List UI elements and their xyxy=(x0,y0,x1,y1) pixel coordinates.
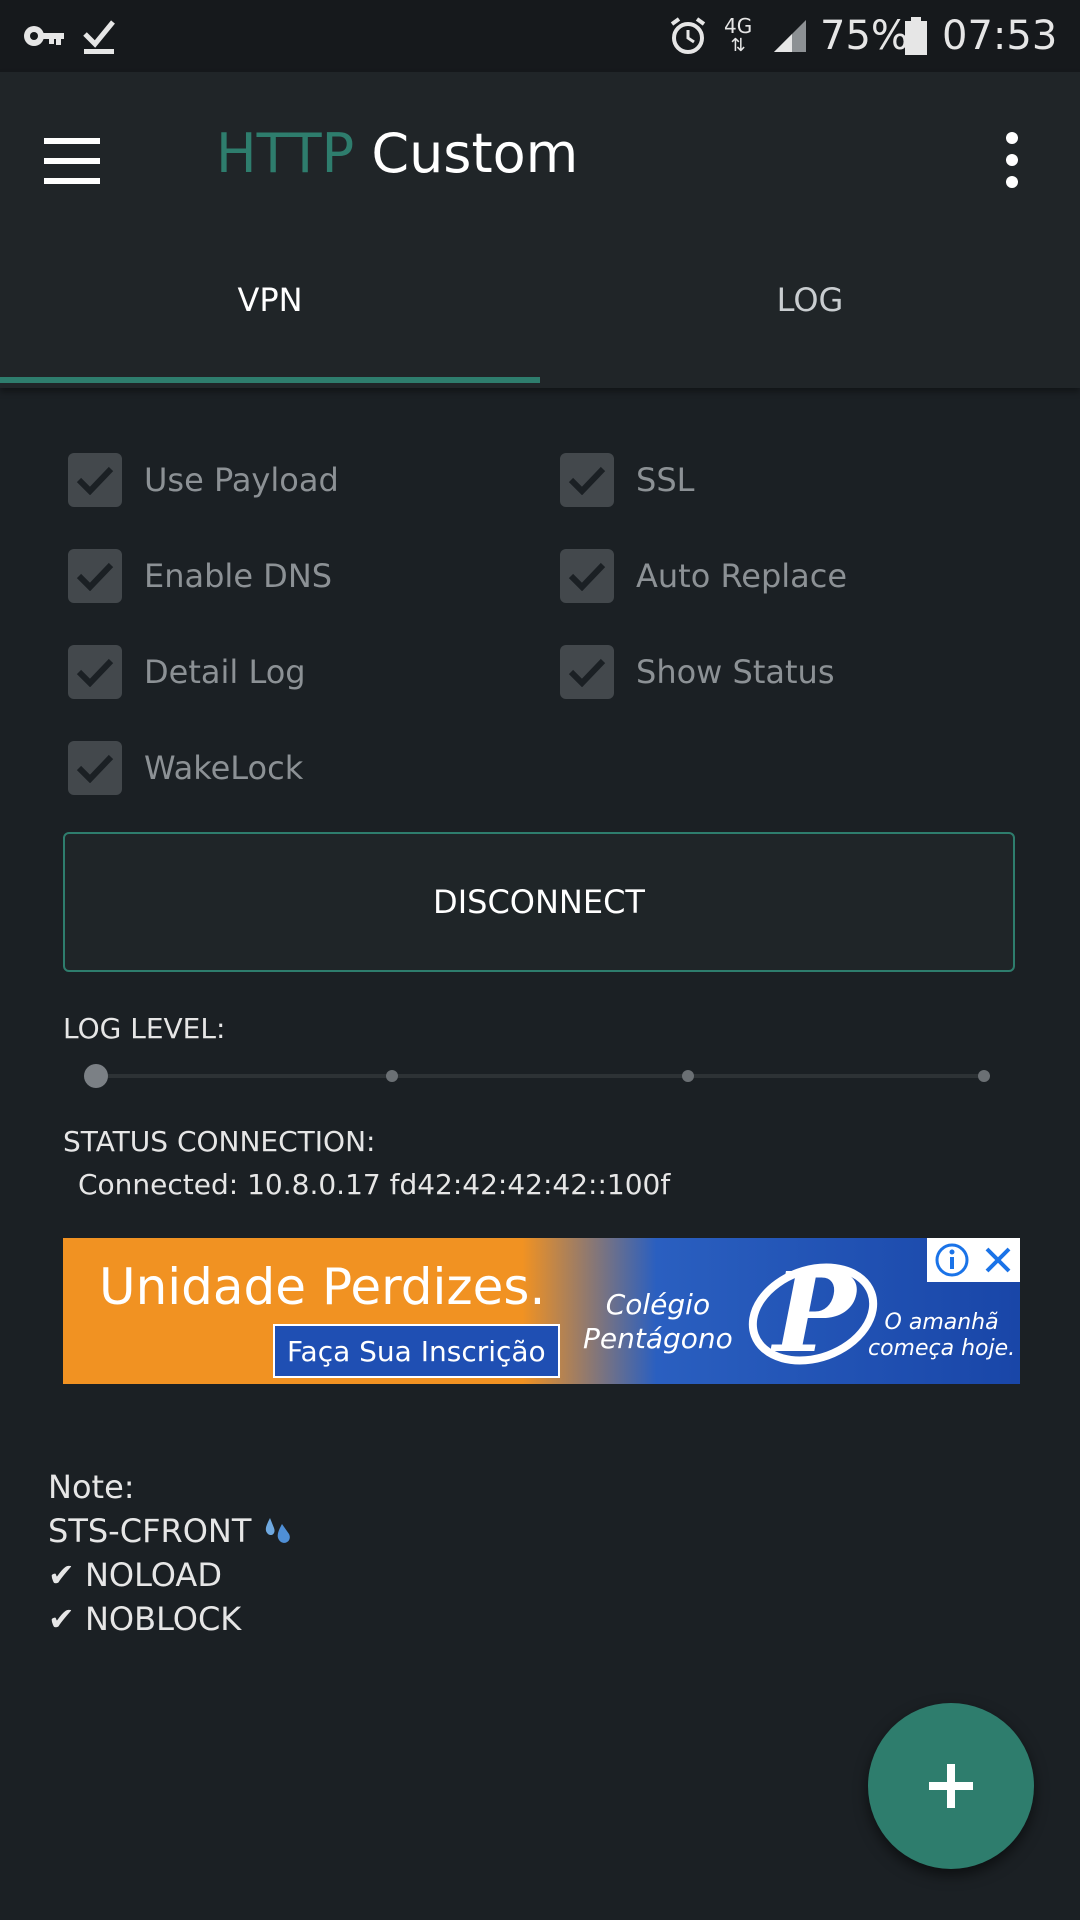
note-line: ✔ NOBLOCK xyxy=(48,1600,241,1638)
ad-banner[interactable]: Unidade Perdizes. Faça Sua Inscrição Col… xyxy=(63,1238,1020,1384)
tab-log[interactable]: LOG xyxy=(540,240,1080,360)
download-done-icon xyxy=(82,0,116,72)
clock: 07:53 xyxy=(942,13,1058,59)
key-icon xyxy=(22,0,66,72)
note-heading: Note: xyxy=(48,1468,135,1506)
alarm-icon xyxy=(668,0,708,72)
slider-step-dot xyxy=(386,1070,398,1082)
add-button[interactable] xyxy=(868,1703,1034,1869)
wakelock-checkbox[interactable]: WakeLock xyxy=(68,738,303,798)
log-level-label: LOG LEVEL: xyxy=(63,1012,226,1045)
network-type-indicator: 4G ⇅ xyxy=(724,0,752,72)
network-type-label: 4G xyxy=(724,14,753,38)
app-title-main: Custom xyxy=(371,122,579,185)
plus-icon xyxy=(929,1764,973,1808)
detail-log-checkbox[interactable]: Detail Log xyxy=(68,642,306,702)
water-drop-icon xyxy=(265,1518,290,1543)
ad-tagline-line1: O amanhã xyxy=(884,1310,999,1335)
battery-icon xyxy=(904,0,928,72)
ad-controls xyxy=(927,1238,1020,1282)
ad-tagline: O amanhã começa hoje. xyxy=(868,1310,1015,1362)
note-line: ✔ NOLOAD xyxy=(48,1556,222,1594)
checkbox-checked-icon xyxy=(560,645,614,699)
battery-percent: 75% xyxy=(820,13,909,59)
use-payload-label: Use Payload xyxy=(144,461,339,499)
ad-tagline-line2: começa hoje. xyxy=(868,1336,1016,1361)
ad-brand-name: Colégio Pentágono xyxy=(583,1288,733,1356)
signal-icon xyxy=(772,0,808,72)
slider-step-dot xyxy=(682,1070,694,1082)
show-status-checkbox[interactable]: Show Status xyxy=(560,642,834,702)
checkbox-checked-icon xyxy=(560,453,614,507)
ad-cta-button[interactable]: Faça Sua Inscrição xyxy=(273,1324,560,1378)
ssl-label: SSL xyxy=(636,461,695,499)
ad-info-icon[interactable] xyxy=(934,1242,970,1278)
ad-brand-line1: Colégio xyxy=(605,1288,711,1321)
check-mark-icon: ✔ xyxy=(48,1600,75,1638)
show-status-label: Show Status xyxy=(636,653,835,691)
log-level-slider-track[interactable] xyxy=(96,1074,984,1078)
app-bar: HTTP Custom VPN LOG xyxy=(0,72,1080,388)
checkbox-checked-icon xyxy=(68,549,122,603)
checkbox-checked-icon xyxy=(560,549,614,603)
ad-logo-letter: P xyxy=(773,1248,856,1377)
disconnect-button[interactable]: DISCONNECT xyxy=(63,832,1015,972)
ad-headline: Unidade Perdizes. xyxy=(99,1258,546,1316)
checkbox-checked-icon xyxy=(68,645,122,699)
tab-indicator xyxy=(0,377,540,383)
note-line: STS-CFRONT xyxy=(48,1512,296,1550)
checkbox-checked-icon xyxy=(68,741,122,795)
log-level-slider-thumb[interactable] xyxy=(84,1064,108,1088)
status-bar: 4G ⇅ 75% 07:53 xyxy=(0,0,1080,72)
ssl-checkbox[interactable]: SSL xyxy=(560,450,694,510)
auto-replace-checkbox[interactable]: Auto Replace xyxy=(560,546,847,606)
more-options-icon[interactable] xyxy=(992,128,1032,192)
use-payload-checkbox[interactable]: Use Payload xyxy=(68,450,339,510)
status-connection-value: Connected: 10.8.0.17 fd42:42:42:42::100f xyxy=(78,1168,671,1201)
check-mark-icon: ✔ xyxy=(48,1556,75,1594)
detail-log-label: Detail Log xyxy=(144,653,306,691)
tab-vpn[interactable]: VPN xyxy=(0,240,540,360)
ad-logo: P xyxy=(743,1248,883,1377)
checkbox-checked-icon xyxy=(68,453,122,507)
enable-dns-checkbox[interactable]: Enable DNS xyxy=(68,546,332,606)
auto-replace-label: Auto Replace xyxy=(636,557,848,595)
wakelock-label: WakeLock xyxy=(144,749,304,787)
note-text: NOBLOCK xyxy=(84,1600,242,1638)
status-connection-label: STATUS CONNECTION: xyxy=(63,1125,376,1158)
note-text: STS-CFRONT xyxy=(48,1512,252,1550)
app-title-accent: HTTP xyxy=(216,122,355,185)
data-arrows-icon: ⇅ xyxy=(730,35,746,56)
note-text: NOLOAD xyxy=(84,1556,222,1594)
enable-dns-label: Enable DNS xyxy=(144,557,333,595)
app-title: HTTP Custom xyxy=(216,122,578,185)
ad-close-icon[interactable] xyxy=(983,1245,1013,1275)
slider-step-dot xyxy=(978,1070,990,1082)
menu-icon[interactable] xyxy=(40,132,100,192)
ad-brand-line2: Pentágono xyxy=(583,1322,733,1355)
